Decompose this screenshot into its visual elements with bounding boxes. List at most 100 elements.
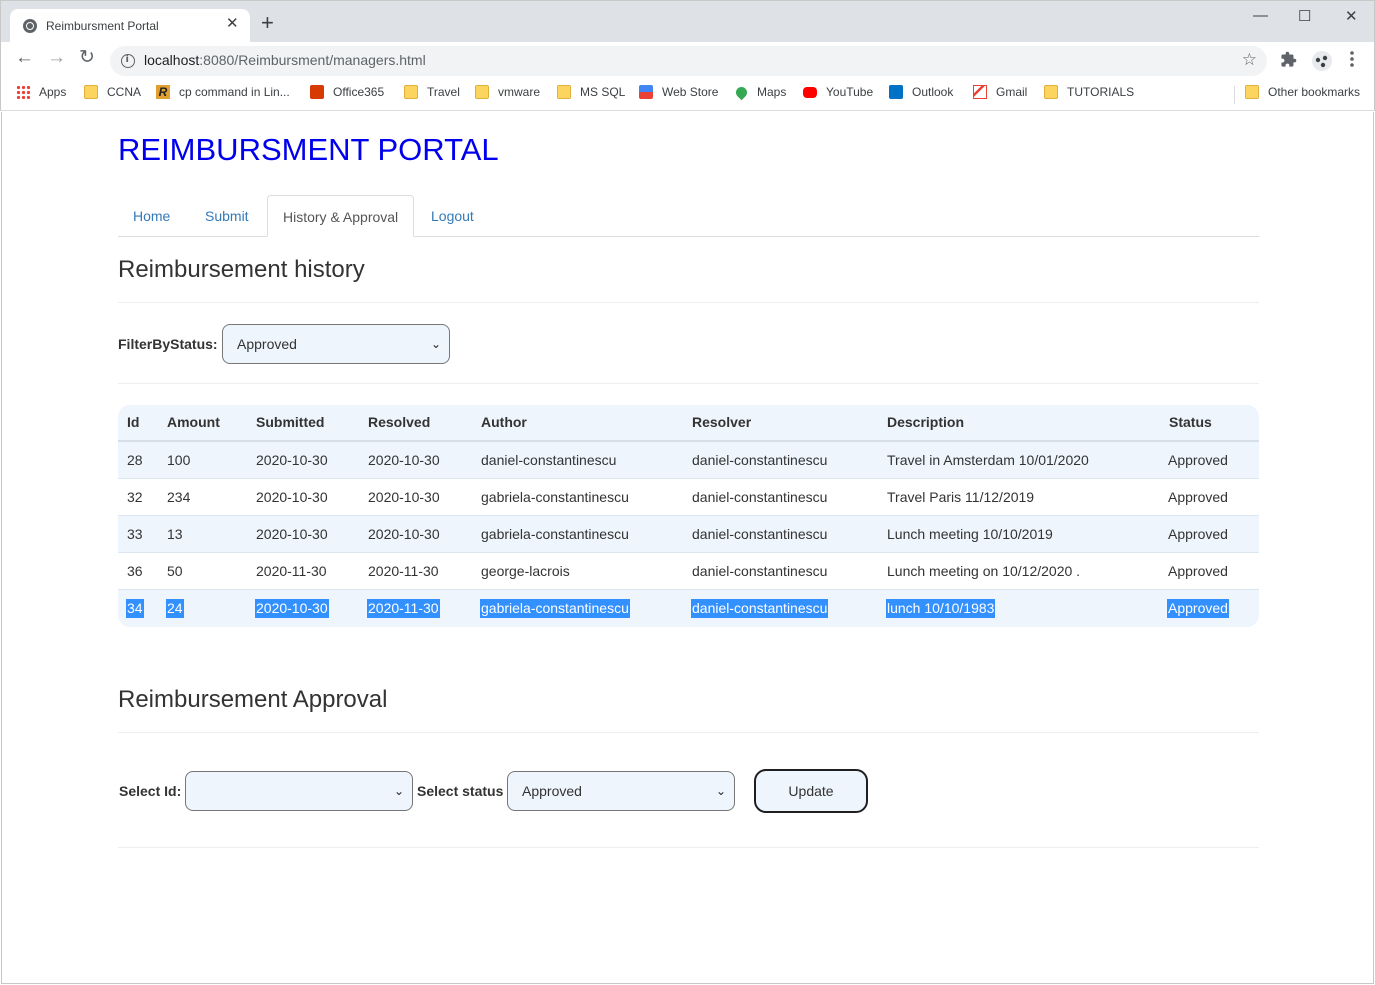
site-info-icon[interactable] [121, 54, 135, 68]
folder-icon [1245, 85, 1259, 99]
cell-status: Approved [1168, 452, 1228, 468]
reload-icon[interactable]: ↻ [79, 48, 95, 67]
apps-grid-icon [16, 85, 30, 99]
folder-icon [404, 85, 418, 99]
header-status[interactable]: Status [1169, 405, 1212, 440]
bookmarks-separator [1234, 86, 1235, 104]
folder-icon [84, 85, 98, 99]
maximize-button[interactable]: ☐ [1298, 7, 1311, 25]
bookmark-ccna[interactable]: CCNA [84, 85, 141, 99]
cell-author: gabriela-constantinescu [481, 526, 629, 542]
bookmark-web-store[interactable]: Web Store [639, 85, 718, 99]
header-resolver[interactable]: Resolver [692, 405, 751, 440]
table-row[interactable]: 32 234 2020-10-30 2020-10-30 gabriela-co… [118, 479, 1259, 516]
bookmark-vmware[interactable]: vmware [475, 85, 540, 99]
browser-tabstrip: Reimbursment Portal ✕ + — ☐ ✕ [0, 0, 1375, 43]
page-title: REIMBURSMENT PORTAL [118, 132, 499, 167]
menu-kebab-icon[interactable] [1349, 50, 1355, 73]
cell-resolver: daniel-constantinescu [692, 489, 828, 505]
select-status-dropdown[interactable]: Approved ⌄ [507, 771, 735, 811]
tab-title: Reimbursment Portal [46, 19, 159, 33]
new-tab-button[interactable]: + [261, 12, 274, 34]
cell-submitted: 2020-10-30 [256, 452, 328, 468]
r-icon: R [156, 85, 170, 99]
profile-avatar-icon[interactable] [1311, 50, 1333, 77]
tab-logout[interactable]: Logout [416, 195, 489, 237]
cell-id: 36 [127, 563, 143, 579]
cell-description: lunch 10/10/1983 [886, 599, 996, 618]
close-tab-icon[interactable]: ✕ [226, 16, 239, 31]
tab-home[interactable]: Home [118, 195, 185, 237]
cell-id: 34 [126, 599, 144, 618]
bookmarks-bar: Apps CCNA Rcp command in Lin... Office36… [0, 80, 1375, 111]
table-row-selected[interactable]: 34 24 2020-10-30 2020-11-30 gabriela-con… [118, 590, 1259, 627]
cell-id: 32 [127, 489, 143, 505]
tab-submit[interactable]: Submit [190, 195, 264, 237]
address-bar[interactable]: localhost:8080/Reimbursment/managers.htm… [110, 46, 1267, 76]
close-window-button[interactable]: ✕ [1345, 7, 1358, 25]
select-status-value: Approved [522, 783, 582, 799]
cell-resolver: daniel-constantinescu [692, 563, 828, 579]
cell-status: Approved [1168, 563, 1228, 579]
bookmark-cp-command[interactable]: Rcp command in Lin... [156, 85, 290, 99]
bookmark-maps[interactable]: Maps [733, 84, 786, 100]
url-text: localhost:8080/Reimbursment/managers.htm… [144, 52, 426, 68]
table-header-row: Id Amount Submitted Resolved Author Reso… [118, 405, 1259, 442]
table-row[interactable]: 28 100 2020-10-30 2020-10-30 daniel-cons… [118, 442, 1259, 479]
nav-tabs: Home Submit History & Approval Logout [118, 195, 1259, 237]
browser-tab[interactable]: Reimbursment Portal ✕ [10, 9, 250, 43]
bookmark-other[interactable]: Other bookmarks [1245, 85, 1360, 99]
header-amount[interactable]: Amount [167, 405, 220, 440]
bookmark-star-icon[interactable]: ☆ [1242, 50, 1257, 70]
update-button[interactable]: Update [754, 769, 868, 813]
bookmark-gmail[interactable]: Gmail [973, 85, 1027, 99]
cell-amount: 24 [166, 599, 184, 618]
gmail-icon [973, 85, 987, 99]
bookmark-youtube[interactable]: YouTube [803, 85, 873, 99]
cell-author: daniel-constantinescu [481, 452, 617, 468]
filter-status-select[interactable]: Approved ⌄ [222, 324, 450, 364]
bookmark-apps[interactable]: Apps [16, 85, 66, 99]
cell-status: Approved [1168, 526, 1228, 542]
cell-author: gabriela-constantinescu [481, 489, 629, 505]
extensions-puzzle-icon[interactable] [1280, 51, 1297, 73]
reimbursement-table: Id Amount Submitted Resolved Author Reso… [118, 405, 1259, 627]
header-resolved[interactable]: Resolved [368, 405, 430, 440]
office-icon [310, 85, 324, 99]
back-icon[interactable]: ← [15, 48, 34, 67]
youtube-icon [803, 86, 817, 98]
select-id-dropdown[interactable]: ⌄ [185, 771, 413, 811]
divider [118, 732, 1259, 733]
outlook-icon [889, 85, 903, 99]
cell-resolved: 2020-11-30 [368, 563, 439, 579]
table-row[interactable]: 36 50 2020-11-30 2020-11-30 george-lacro… [118, 553, 1259, 590]
table-row[interactable]: 33 13 2020-10-30 2020-10-30 gabriela-con… [118, 516, 1259, 553]
cell-amount: 13 [167, 526, 183, 542]
header-submitted[interactable]: Submitted [256, 405, 324, 440]
cell-amount: 234 [167, 489, 191, 505]
filter-label: FilterByStatus: [118, 336, 218, 352]
cell-submitted: 2020-11-30 [256, 563, 327, 579]
bookmark-travel[interactable]: Travel [404, 85, 460, 99]
cell-submitted: 2020-10-30 [256, 526, 328, 542]
cell-status: Approved [1168, 489, 1228, 505]
header-id[interactable]: Id [127, 405, 139, 440]
header-author[interactable]: Author [481, 405, 527, 440]
bookmark-outlook[interactable]: Outlook [889, 85, 953, 99]
forward-icon[interactable]: → [47, 48, 66, 67]
maps-icon [733, 84, 750, 100]
cell-resolved: 2020-10-30 [368, 526, 440, 542]
bookmark-tutorials[interactable]: TUTORIALS [1044, 85, 1134, 99]
divider [118, 383, 1259, 384]
web-store-icon [639, 85, 653, 99]
bookmark-ms-sql[interactable]: MS SQL [557, 85, 625, 99]
cell-submitted: 2020-10-30 [255, 599, 329, 618]
tab-history-approval[interactable]: History & Approval [267, 195, 415, 237]
header-description[interactable]: Description [887, 405, 964, 440]
bookmark-office365[interactable]: Office365 [310, 85, 384, 99]
cell-resolver: daniel-constantinescu [692, 452, 828, 468]
minimize-button[interactable]: — [1253, 7, 1268, 24]
page-content: REIMBURSMENT PORTAL Home Submit History … [1, 112, 1374, 984]
approval-heading: Reimbursement Approval [118, 686, 388, 713]
filter-status-value: Approved [237, 336, 297, 352]
